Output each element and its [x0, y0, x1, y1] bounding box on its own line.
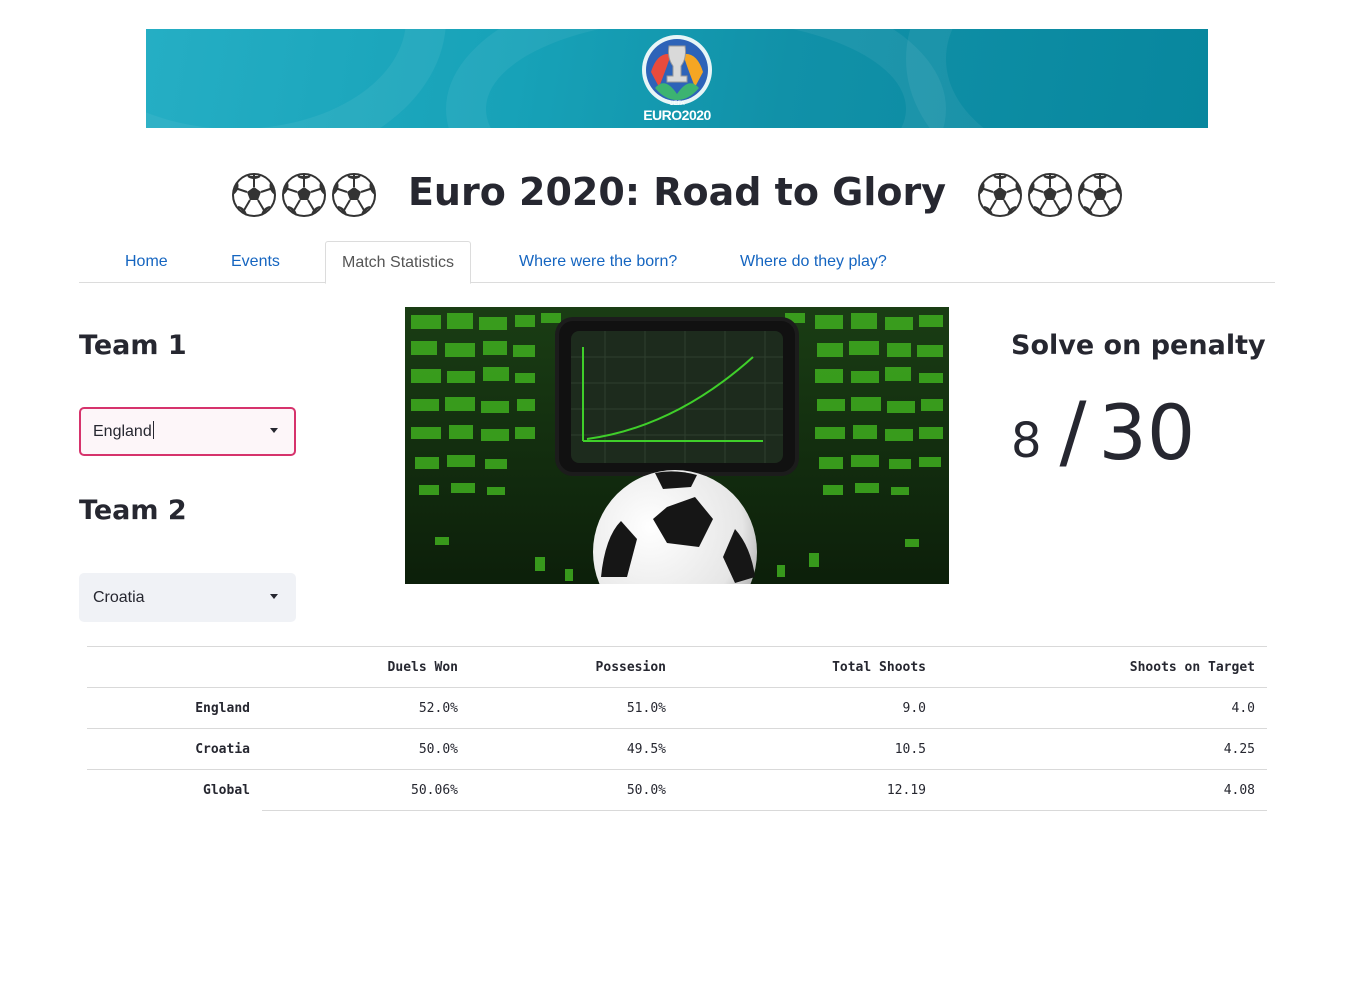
soccer-ball-icon — [231, 172, 276, 217]
soccer-ball-icon — [331, 172, 376, 217]
table-header-cell: Duels Won — [262, 646, 470, 688]
text-cursor — [152, 421, 154, 439]
table-cell: 4.25 — [938, 728, 1267, 770]
row-label: Croatia — [87, 728, 262, 770]
team1-select[interactable]: England — [79, 407, 296, 456]
soccer-ball-icon — [281, 172, 326, 217]
team2-select-value: Croatia — [93, 589, 145, 606]
table-header-cell: Possesion — [470, 646, 678, 688]
tab-match-statistics[interactable]: Match Statistics — [325, 241, 472, 284]
row-label: England — [87, 687, 262, 729]
table-header-cell — [87, 646, 262, 688]
tab-events[interactable]: Events — [231, 241, 280, 283]
team2-select[interactable]: Croatia — [79, 573, 296, 622]
soccer-balls-right — [977, 172, 1123, 218]
euro2020-logo-text: EURO2020 — [643, 107, 711, 123]
metric-value: 8 /30 — [1011, 385, 1195, 478]
metric-value-big: 30 — [1098, 388, 1196, 477]
table-header-cell: Shoots on Target — [938, 646, 1267, 688]
navigation-tabs: Home Events Match Statistics Where were … — [79, 241, 1275, 284]
table-cell: 50.0% — [470, 769, 678, 811]
metric-label: Solve on penalty — [1011, 330, 1266, 361]
soccer-ball-icon — [1028, 172, 1073, 217]
table-row: Global 50.06% 50.0% 12.19 4.08 — [87, 769, 1267, 811]
team1-heading: Team 1 — [79, 330, 187, 361]
table-header-cell: Total Shoots — [678, 646, 938, 688]
row-label: Global — [87, 769, 262, 811]
soccer-balls-left — [231, 172, 377, 218]
table-cell: 51.0% — [470, 687, 678, 729]
page-title-text: Euro 2020: Road to Glory — [407, 170, 947, 214]
table-cell: 10.5 — [678, 728, 938, 770]
table-cell: 49.5% — [470, 728, 678, 770]
table-row: Croatia 50.0% 49.5% 10.5 4.25 — [87, 728, 1267, 770]
tab-where-born[interactable]: Where were the born? — [519, 241, 677, 283]
team2-heading: Team 2 — [79, 495, 187, 526]
chevron-down-icon[interactable] — [270, 428, 278, 433]
metric-value-small: 8 — [1011, 413, 1042, 469]
euro2020-banner: UEFA EURO2020 — [146, 29, 1208, 128]
table-cell: 4.0 — [938, 687, 1267, 729]
tab-home[interactable]: Home — [125, 241, 168, 283]
table-row: England 52.0% 51.0% 9.0 4.0 — [87, 687, 1267, 729]
stats-hero-image — [405, 307, 949, 584]
page-title: Euro 2020: Road to Glory — [0, 170, 1354, 218]
team1-select-value: England — [93, 423, 152, 440]
table-cell: 50.06% — [262, 769, 470, 811]
svg-text:UEFA: UEFA — [669, 100, 685, 107]
chevron-down-icon[interactable] — [270, 594, 278, 599]
metric-separator: / — [1059, 385, 1087, 478]
table-cell: 12.19 — [678, 769, 938, 811]
table-cell: 50.0% — [262, 728, 470, 770]
table-cell: 4.08 — [938, 769, 1267, 811]
tab-where-play[interactable]: Where do they play? — [740, 241, 887, 283]
table-cell: 9.0 — [678, 687, 938, 729]
match-stats-table: Duels Won Possesion Total Shoots Shoots … — [87, 646, 1267, 811]
soccer-ball-icon — [1078, 172, 1123, 217]
soccer-ball-icon — [978, 172, 1023, 217]
table-cell: 52.0% — [262, 687, 470, 729]
table-header-row: Duels Won Possesion Total Shoots Shoots … — [87, 646, 1267, 688]
